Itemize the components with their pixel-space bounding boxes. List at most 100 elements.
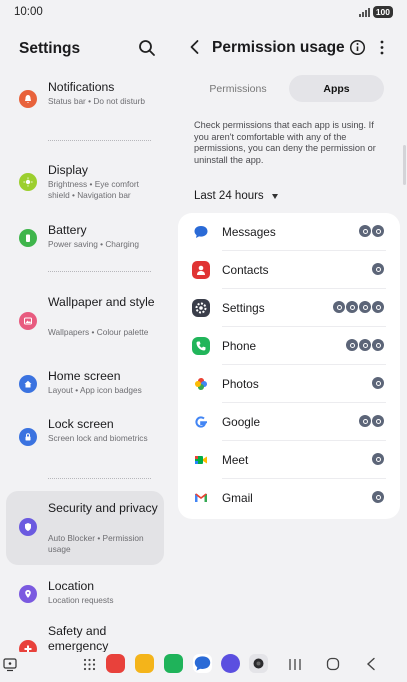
app-name: Google: [222, 415, 261, 429]
meet-app-icon: [192, 451, 210, 469]
menu-item-title: Lock screen: [48, 417, 114, 431]
contacts-app-icon: [192, 261, 210, 279]
app-name: Gmail: [222, 491, 253, 505]
status-time: 10:00: [14, 6, 43, 18]
location-permission-icon: [359, 415, 371, 427]
description-text: Check permissions that each app is using…: [194, 120, 376, 166]
call-log-permission-icon: [359, 301, 371, 313]
battery-level: 100: [372, 6, 393, 18]
permission-icons: [359, 415, 384, 427]
apps-grid-icon[interactable]: [83, 658, 96, 671]
permission-icons: [372, 491, 384, 503]
bell-icon: [19, 90, 37, 108]
my-files-app-icon[interactable]: [135, 654, 154, 673]
messages-app-icon[interactable]: [193, 654, 212, 673]
contacts-permission-icon: [372, 301, 384, 313]
app-row-messages[interactable]: Messages: [178, 213, 400, 251]
app-row-gmail[interactable]: Gmail: [178, 479, 400, 517]
app-row-photos[interactable]: Photos: [178, 365, 400, 403]
lock-icon: [19, 428, 37, 446]
app-list-card: Messages Contacts Settings Phone Photos …: [178, 213, 400, 519]
permission-icons: [372, 453, 384, 465]
app-row-meet[interactable]: Meet: [178, 441, 400, 479]
internet-app-icon[interactable]: [221, 654, 240, 673]
more-options-icon[interactable]: [377, 39, 387, 56]
tab-permissions[interactable]: Permissions: [187, 75, 289, 102]
app-row-contacts[interactable]: Contacts: [178, 251, 400, 289]
app-name: Contacts: [222, 263, 269, 277]
sms-permission-icon: [372, 225, 384, 237]
location-permission-icon: [333, 301, 345, 313]
home-icon: [19, 375, 37, 393]
menu-item-title: Battery: [48, 223, 87, 237]
menu-item-title: Security and privacy: [48, 501, 158, 515]
contacts-permission-icon: [372, 263, 384, 275]
home-button-icon[interactable]: [326, 657, 340, 671]
call-log-permission-icon: [346, 339, 358, 351]
menu-item-title: Wallpaper and style: [48, 295, 155, 309]
app-shortcut-icon[interactable]: [3, 658, 17, 672]
signal-icon: [358, 7, 370, 17]
status-icons: 100: [358, 6, 393, 18]
camera-app-icon[interactable]: [249, 654, 268, 673]
phone-app-icon[interactable]: [164, 654, 183, 673]
menu-item-battery[interactable]: Battery Power saving • Charging: [6, 220, 164, 256]
contacts-permission-icon: [372, 491, 384, 503]
battery-icon: [19, 229, 37, 247]
permission-icons: [359, 225, 384, 237]
app-row-phone[interactable]: Phone: [178, 327, 400, 365]
menu-item-subtitle: Screen lock and biometrics: [48, 433, 148, 443]
time-range-dropdown[interactable]: Last 24 hours: [194, 190, 278, 202]
messages-app-icon: [192, 223, 210, 241]
gmail-app-icon: [192, 489, 210, 507]
search-icon[interactable]: [137, 38, 157, 58]
menu-item-title: Notifications: [48, 80, 115, 94]
menu-item-notifications[interactable]: Notifications Status bar • Do not distur…: [6, 76, 164, 120]
menu-item-security[interactable]: Security and privacy Auto Blocker • Perm…: [6, 491, 164, 565]
app-name: Settings: [222, 301, 265, 315]
page-title: Permission usage: [212, 39, 345, 56]
sun-icon: [19, 173, 37, 191]
menu-item-subtitle: Auto Blocker • Permission usage: [48, 533, 144, 554]
app-row-settings[interactable]: Settings: [178, 289, 400, 327]
photos-permission-icon: [372, 377, 384, 389]
menu-item-safety[interactable]: Safety and emergency: [6, 624, 164, 652]
status-bar: 10:00 100: [0, 0, 407, 26]
scrollbar[interactable]: [403, 145, 406, 185]
notes-app-icon[interactable]: [106, 654, 125, 673]
phone-permission-icon: [372, 453, 384, 465]
emergency-icon: [19, 640, 37, 652]
phone-app-icon: [192, 337, 210, 355]
menu-item-subtitle: Status bar • Do not disturb: [48, 96, 145, 106]
app-row-google[interactable]: Google: [178, 403, 400, 441]
tab-bar: Permissions Apps: [187, 75, 384, 102]
phone-permission-icon: [346, 301, 358, 313]
menu-item-wallpaper[interactable]: Wallpaper and style Wallpapers • Colour …: [6, 292, 164, 352]
shield-icon: [19, 518, 37, 536]
recent-apps-icon[interactable]: [288, 658, 302, 671]
phone-permission-icon: [372, 339, 384, 351]
nearby-devices-permission-icon: [372, 415, 384, 427]
divider: [48, 140, 151, 141]
menu-item-home-screen[interactable]: Home screen Layout • App icon badges: [6, 366, 164, 402]
menu-item-subtitle: Layout • App icon badges: [48, 385, 142, 395]
tab-apps[interactable]: Apps: [289, 75, 384, 102]
menu-item-lock-screen[interactable]: Lock screen Screen lock and biometrics: [6, 414, 164, 460]
divider: [48, 478, 151, 479]
menu-item-subtitle: Location requests: [48, 595, 114, 605]
info-icon[interactable]: [349, 39, 366, 56]
menu-item-display[interactable]: Display Brightness • Eye comfort shield …: [6, 160, 164, 204]
menu-item-title: Display: [48, 163, 88, 177]
back-arrow-icon[interactable]: [187, 38, 203, 56]
app-name: Meet: [222, 453, 249, 467]
settings-title: Settings: [19, 40, 81, 57]
settings-list-pane: Settings Notifications Status bar • Do n…: [0, 26, 172, 652]
menu-item-location[interactable]: Location Location requests: [6, 576, 164, 612]
permission-icons: [333, 301, 384, 313]
settings-app-icon: [192, 299, 210, 317]
app-name: Photos: [222, 377, 259, 391]
app-name: Phone: [222, 339, 257, 353]
image-icon: [19, 312, 37, 330]
navigation-bar: [0, 652, 407, 682]
back-button-icon[interactable]: [365, 657, 377, 671]
